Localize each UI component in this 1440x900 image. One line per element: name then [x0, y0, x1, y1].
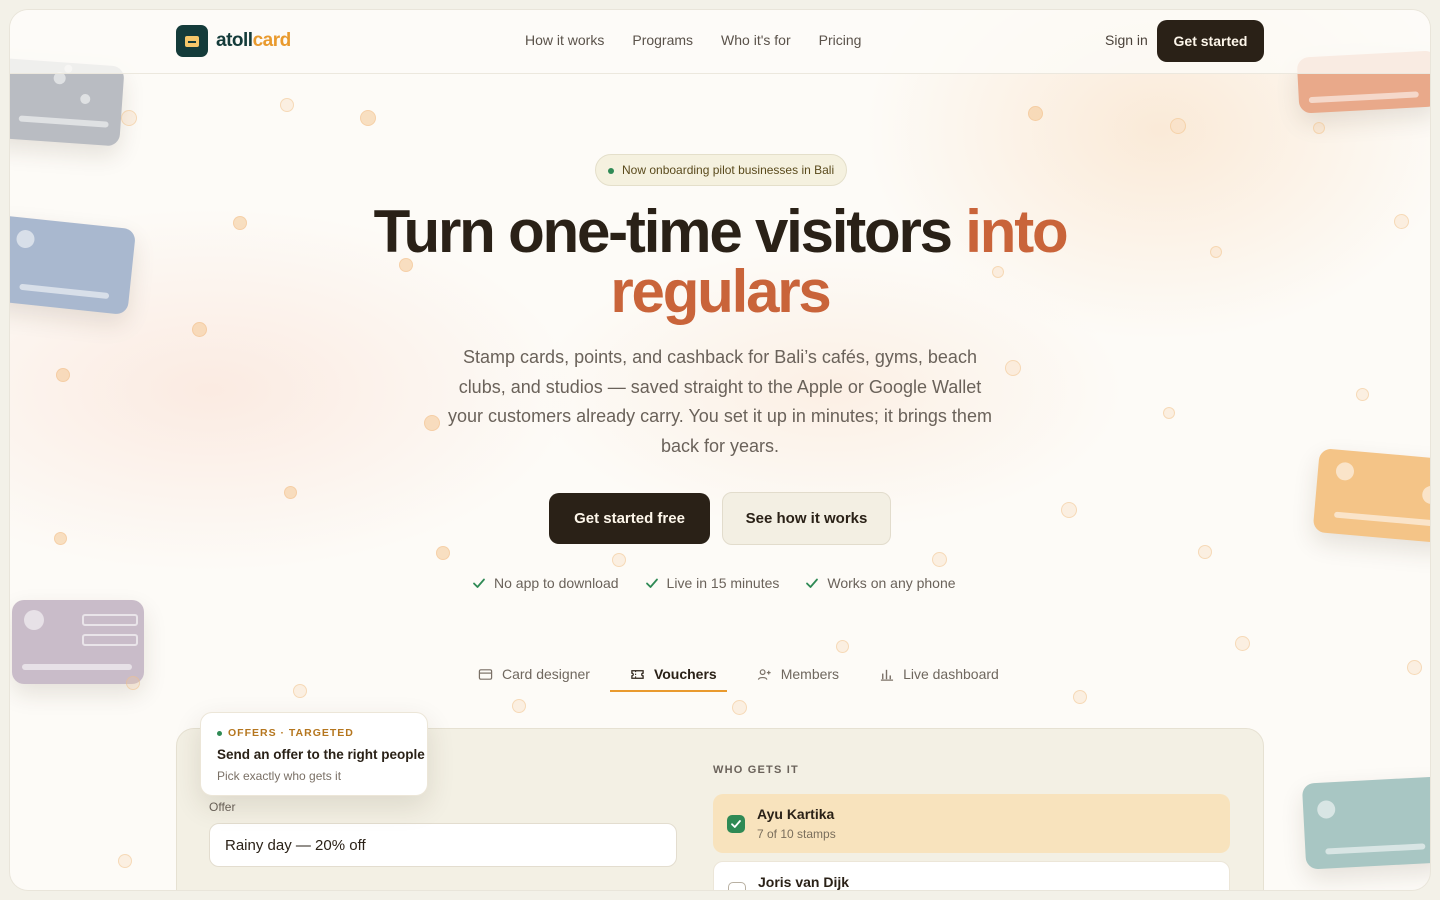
user-plus-icon	[757, 668, 771, 680]
hero-title: Turn one-time visitors into regulars	[270, 202, 1170, 322]
offer-callout-card: OFFERS · TARGETED Send an offer to the r…	[200, 712, 428, 796]
ticket-icon	[631, 669, 644, 679]
member-row[interactable]: Ayu Kartika 7 of 10 stamps	[713, 794, 1230, 853]
decorative-bubble	[424, 415, 440, 431]
decorative-bubble	[1005, 360, 1021, 376]
member-name: Ayu Kartika	[757, 806, 835, 822]
decorative-card-lilac	[12, 600, 144, 684]
tab-vouchers[interactable]: Vouchers	[609, 666, 737, 692]
member-row[interactable]: Joris van Dijk	[713, 861, 1230, 890]
who-gets-it-label: WHO GETS IT	[713, 764, 799, 776]
benefit-item: No app to download	[472, 575, 619, 591]
decorative-bubble	[932, 552, 947, 567]
offer-input[interactable]: Rainy day — 20% off	[209, 823, 677, 867]
decorative-bubble	[436, 546, 450, 560]
callout-tag: OFFERS · TARGETED	[217, 727, 354, 739]
decorative-bubble	[1170, 118, 1186, 134]
member-name: Joris van Dijk	[758, 874, 850, 890]
page-frame: atollcard How it works Programs Who it's…	[10, 10, 1430, 890]
member-stamp-count: 7 of 10 stamps	[757, 827, 836, 841]
check-icon	[806, 578, 819, 588]
decorative-bubble	[1394, 214, 1409, 229]
callout-subtitle: Pick exactly who gets it	[217, 769, 342, 783]
nav-who-its-for[interactable]: Who it's for	[721, 32, 791, 48]
hero-title-main: Turn one-time visitors	[373, 198, 966, 265]
decorative-bubble	[118, 854, 132, 868]
decorative-bubble	[732, 700, 747, 715]
decorative-bubble	[192, 322, 207, 337]
decorative-bubble	[1198, 545, 1212, 559]
tab-members[interactable]: Members	[737, 666, 859, 692]
nav-pricing[interactable]: Pricing	[819, 32, 862, 48]
decorative-bubble	[1356, 388, 1369, 401]
decorative-bubble	[56, 368, 70, 382]
hero-title-accent-1: into	[965, 198, 1068, 265]
decorative-bubble	[1313, 122, 1325, 134]
decorative-card-teal	[1301, 776, 1430, 870]
main-nav: How it works Programs Who it's for Prici…	[525, 32, 861, 48]
demo-tabs: Card designer Vouchers Members Live dash…	[458, 666, 1019, 692]
see-how-it-works-button[interactable]: See how it works	[722, 492, 891, 545]
decorative-bubble	[1061, 502, 1077, 518]
logo-wallet-icon	[176, 25, 208, 57]
site-header: atollcard How it works Programs Who it's…	[10, 10, 1430, 74]
decorative-bubble	[1210, 246, 1222, 258]
nav-how-it-works[interactable]: How it works	[525, 32, 604, 48]
announcement-pill: Now onboarding pilot businesses in Bali	[595, 154, 848, 186]
benefit-label: No app to download	[494, 575, 619, 591]
tab-live-dashboard[interactable]: Live dashboard	[859, 666, 1019, 692]
bar-chart-icon	[880, 669, 894, 681]
card-icon	[478, 668, 493, 680]
decorative-bubble	[54, 532, 67, 545]
decorative-bubble	[360, 110, 376, 126]
decorative-bubble	[284, 486, 297, 499]
decorative-bubble	[1407, 660, 1422, 675]
decorative-bubble	[836, 640, 849, 653]
decorative-bubble	[121, 110, 137, 126]
decorative-bubble	[233, 216, 247, 230]
decorative-bubble	[1235, 636, 1250, 651]
get-started-button[interactable]: Get started	[1157, 20, 1264, 62]
decorative-bubble	[293, 684, 307, 698]
member-checkbox[interactable]	[728, 882, 746, 890]
decorative-bubble	[1028, 106, 1043, 121]
check-icon	[473, 578, 485, 588]
get-started-free-button[interactable]: Get started free	[549, 493, 710, 544]
decorative-bubble	[126, 676, 140, 690]
tab-card-designer[interactable]: Card designer	[458, 666, 610, 692]
hero-subtitle: Stamp cards, points, and cashback for Ba…	[448, 347, 992, 456]
callout-title: Send an offer to the right people	[217, 747, 425, 762]
hero-title-accent-2: regulars	[610, 258, 831, 325]
check-icon	[645, 578, 658, 588]
logo-wordmark: atollcard	[216, 30, 291, 51]
check-icon	[731, 820, 741, 828]
benefit-label: Works on any phone	[827, 575, 956, 591]
offer-field-label: Offer	[209, 800, 236, 814]
benefit-item: Live in 15 minutes	[645, 575, 780, 591]
benefit-item: Works on any phone	[805, 575, 956, 591]
logo[interactable]: atollcard	[176, 25, 291, 57]
decorative-card-blue	[10, 214, 137, 316]
decorative-bubble	[612, 553, 626, 567]
member-checkbox-checked[interactable]	[727, 815, 745, 833]
decorative-bubble	[280, 98, 294, 112]
nav-programs[interactable]: Programs	[632, 32, 693, 48]
decorative-bubble	[512, 699, 526, 713]
decorative-bubble	[1163, 407, 1175, 419]
benefit-checklist: No app to download Live in 15 minutes Wo…	[472, 575, 956, 591]
decorative-card-yellow	[1312, 448, 1430, 544]
sign-in-link[interactable]: Sign in	[1105, 32, 1148, 48]
benefit-label: Live in 15 minutes	[666, 575, 780, 591]
decorative-bubble	[1073, 690, 1087, 704]
